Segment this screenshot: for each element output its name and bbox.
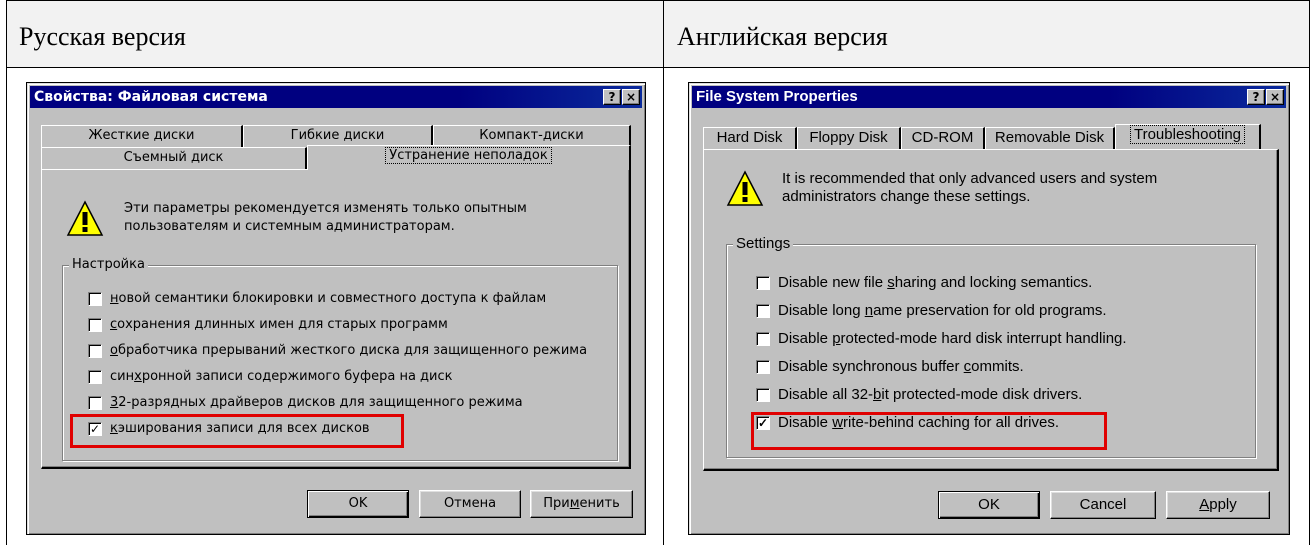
cancel-button[interactable]: Отмена — [419, 490, 521, 518]
option-label: синхронной записи содержимого буфера на … — [110, 369, 453, 384]
ok-button[interactable]: OK — [938, 491, 1040, 519]
option-label: новой семантики блокировки и совместного… — [110, 291, 547, 306]
english-version-header: Английская версия — [677, 22, 888, 51]
apply-button[interactable]: Применить — [530, 490, 633, 518]
en-dialog-title: File System Properties — [696, 88, 858, 105]
button-text: A — [1199, 496, 1210, 513]
warning-icon — [726, 170, 764, 206]
en-tab-panel: It is recommended that only advanced use… — [703, 149, 1279, 471]
help-button[interactable]: ? — [603, 89, 621, 105]
close-button[interactable]: × — [622, 89, 640, 105]
warning-line: пользователям и системным администратора… — [124, 219, 455, 234]
warning-line: Эти параметры рекомендуется изменять тол… — [124, 201, 527, 216]
button-text: м — [569, 496, 580, 511]
option-label: Disable protected-mode hard disk interru… — [778, 330, 1127, 347]
tab-label: Floppy Disk — [809, 129, 888, 146]
checkbox[interactable] — [756, 332, 770, 346]
warning-line: administrators change these settings. — [782, 188, 1031, 205]
option-label: Disable new file sharing and locking sem… — [778, 274, 1093, 291]
ok-button[interactable]: OK — [307, 490, 409, 518]
option-label: Disable synchronous buffer commits. — [778, 358, 1024, 375]
option-label: 32-разрядных драйверов дисков для защище… — [110, 395, 523, 410]
en-titlebar[interactable]: File System Properties ? × — [692, 86, 1286, 108]
checkbox[interactable] — [88, 344, 102, 358]
ru-dialog-title: Свойства: Файловая система — [34, 89, 268, 105]
checkbox[interactable] — [756, 276, 770, 290]
warning-text: It is recommended that only advanced use… — [782, 170, 1157, 206]
tab-label: Съемный диск — [123, 150, 224, 165]
tab-troubleshooting[interactable]: Устранение неполадок — [307, 145, 631, 170]
tab-label: CD-ROM — [911, 129, 974, 146]
tab-label: Компакт-диски — [479, 128, 584, 143]
cancel-button[interactable]: Cancel — [1050, 491, 1156, 519]
tab-cd-rom[interactable]: CD-ROM — [901, 127, 985, 149]
tab-cd-rom[interactable]: Компакт-диски — [433, 125, 631, 147]
tab-label: Removable Disk — [994, 129, 1105, 146]
tab-hard-disk[interactable]: Hard Disk — [703, 127, 797, 149]
warning-icon — [66, 200, 104, 236]
group-label: Settings — [733, 235, 794, 253]
tab-removable-disk[interactable]: Removable Disk — [985, 127, 1115, 149]
header-row — [7, 1, 1309, 67]
tab-floppy-disks[interactable]: Гибкие диски — [243, 125, 433, 147]
option-label: Disable long name preservation for old p… — [778, 302, 1107, 319]
apply-button[interactable]: Apply — [1166, 491, 1270, 519]
checkbox[interactable] — [756, 304, 770, 318]
warning-line: It is recommended that only advanced use… — [782, 170, 1158, 187]
option-label: обработчика прерываний жесткого диска дл… — [110, 343, 588, 358]
ru-titlebar[interactable]: Свойства: Файловая система ? × — [30, 86, 642, 108]
highlight-box — [70, 414, 404, 448]
button-text: енить — [579, 496, 620, 511]
tab-label: Гибкие диски — [290, 128, 385, 143]
group-label: Настройка — [69, 256, 148, 274]
close-button[interactable]: × — [1266, 89, 1284, 105]
checkbox[interactable] — [756, 360, 770, 374]
tab-hard-disks[interactable]: Жесткие диски — [41, 125, 243, 147]
checkbox[interactable] — [756, 388, 770, 402]
checkbox[interactable] — [88, 370, 102, 384]
button-text: При — [543, 496, 570, 511]
button-text: pply — [1209, 496, 1237, 513]
help-button[interactable]: ? — [1247, 89, 1265, 105]
checkbox[interactable] — [88, 292, 102, 306]
ru-tab-panel: Эти параметры рекомендуется изменять тол… — [41, 169, 631, 469]
tab-label: Troubleshooting — [1129, 125, 1245, 144]
highlight-box — [751, 412, 1107, 450]
tab-label: Жесткие диски — [88, 128, 195, 143]
warning-text: Эти параметры рекомендуется изменять тол… — [124, 200, 527, 236]
tab-troubleshooting[interactable]: Troubleshooting — [1115, 124, 1261, 149]
option-label: сохранения длинных имен для старых прогр… — [110, 317, 448, 332]
tab-removable-disk[interactable]: Съемный диск — [41, 147, 307, 169]
russian-version-header: Русская версия — [19, 22, 186, 51]
ru-file-system-dialog: Свойства: Файловая система ? × Жесткие д… — [26, 82, 646, 535]
tab-label: Hard Disk — [716, 129, 783, 146]
en-file-system-dialog: File System Properties ? × Hard Disk Flo… — [688, 82, 1290, 535]
option-label: Disable all 32-bit protected-mode disk d… — [778, 386, 1083, 403]
tab-label: Устранение неполадок — [385, 147, 552, 164]
checkbox[interactable] — [88, 318, 102, 332]
tab-floppy-disk[interactable]: Floppy Disk — [797, 127, 901, 149]
checkbox[interactable] — [88, 396, 102, 410]
